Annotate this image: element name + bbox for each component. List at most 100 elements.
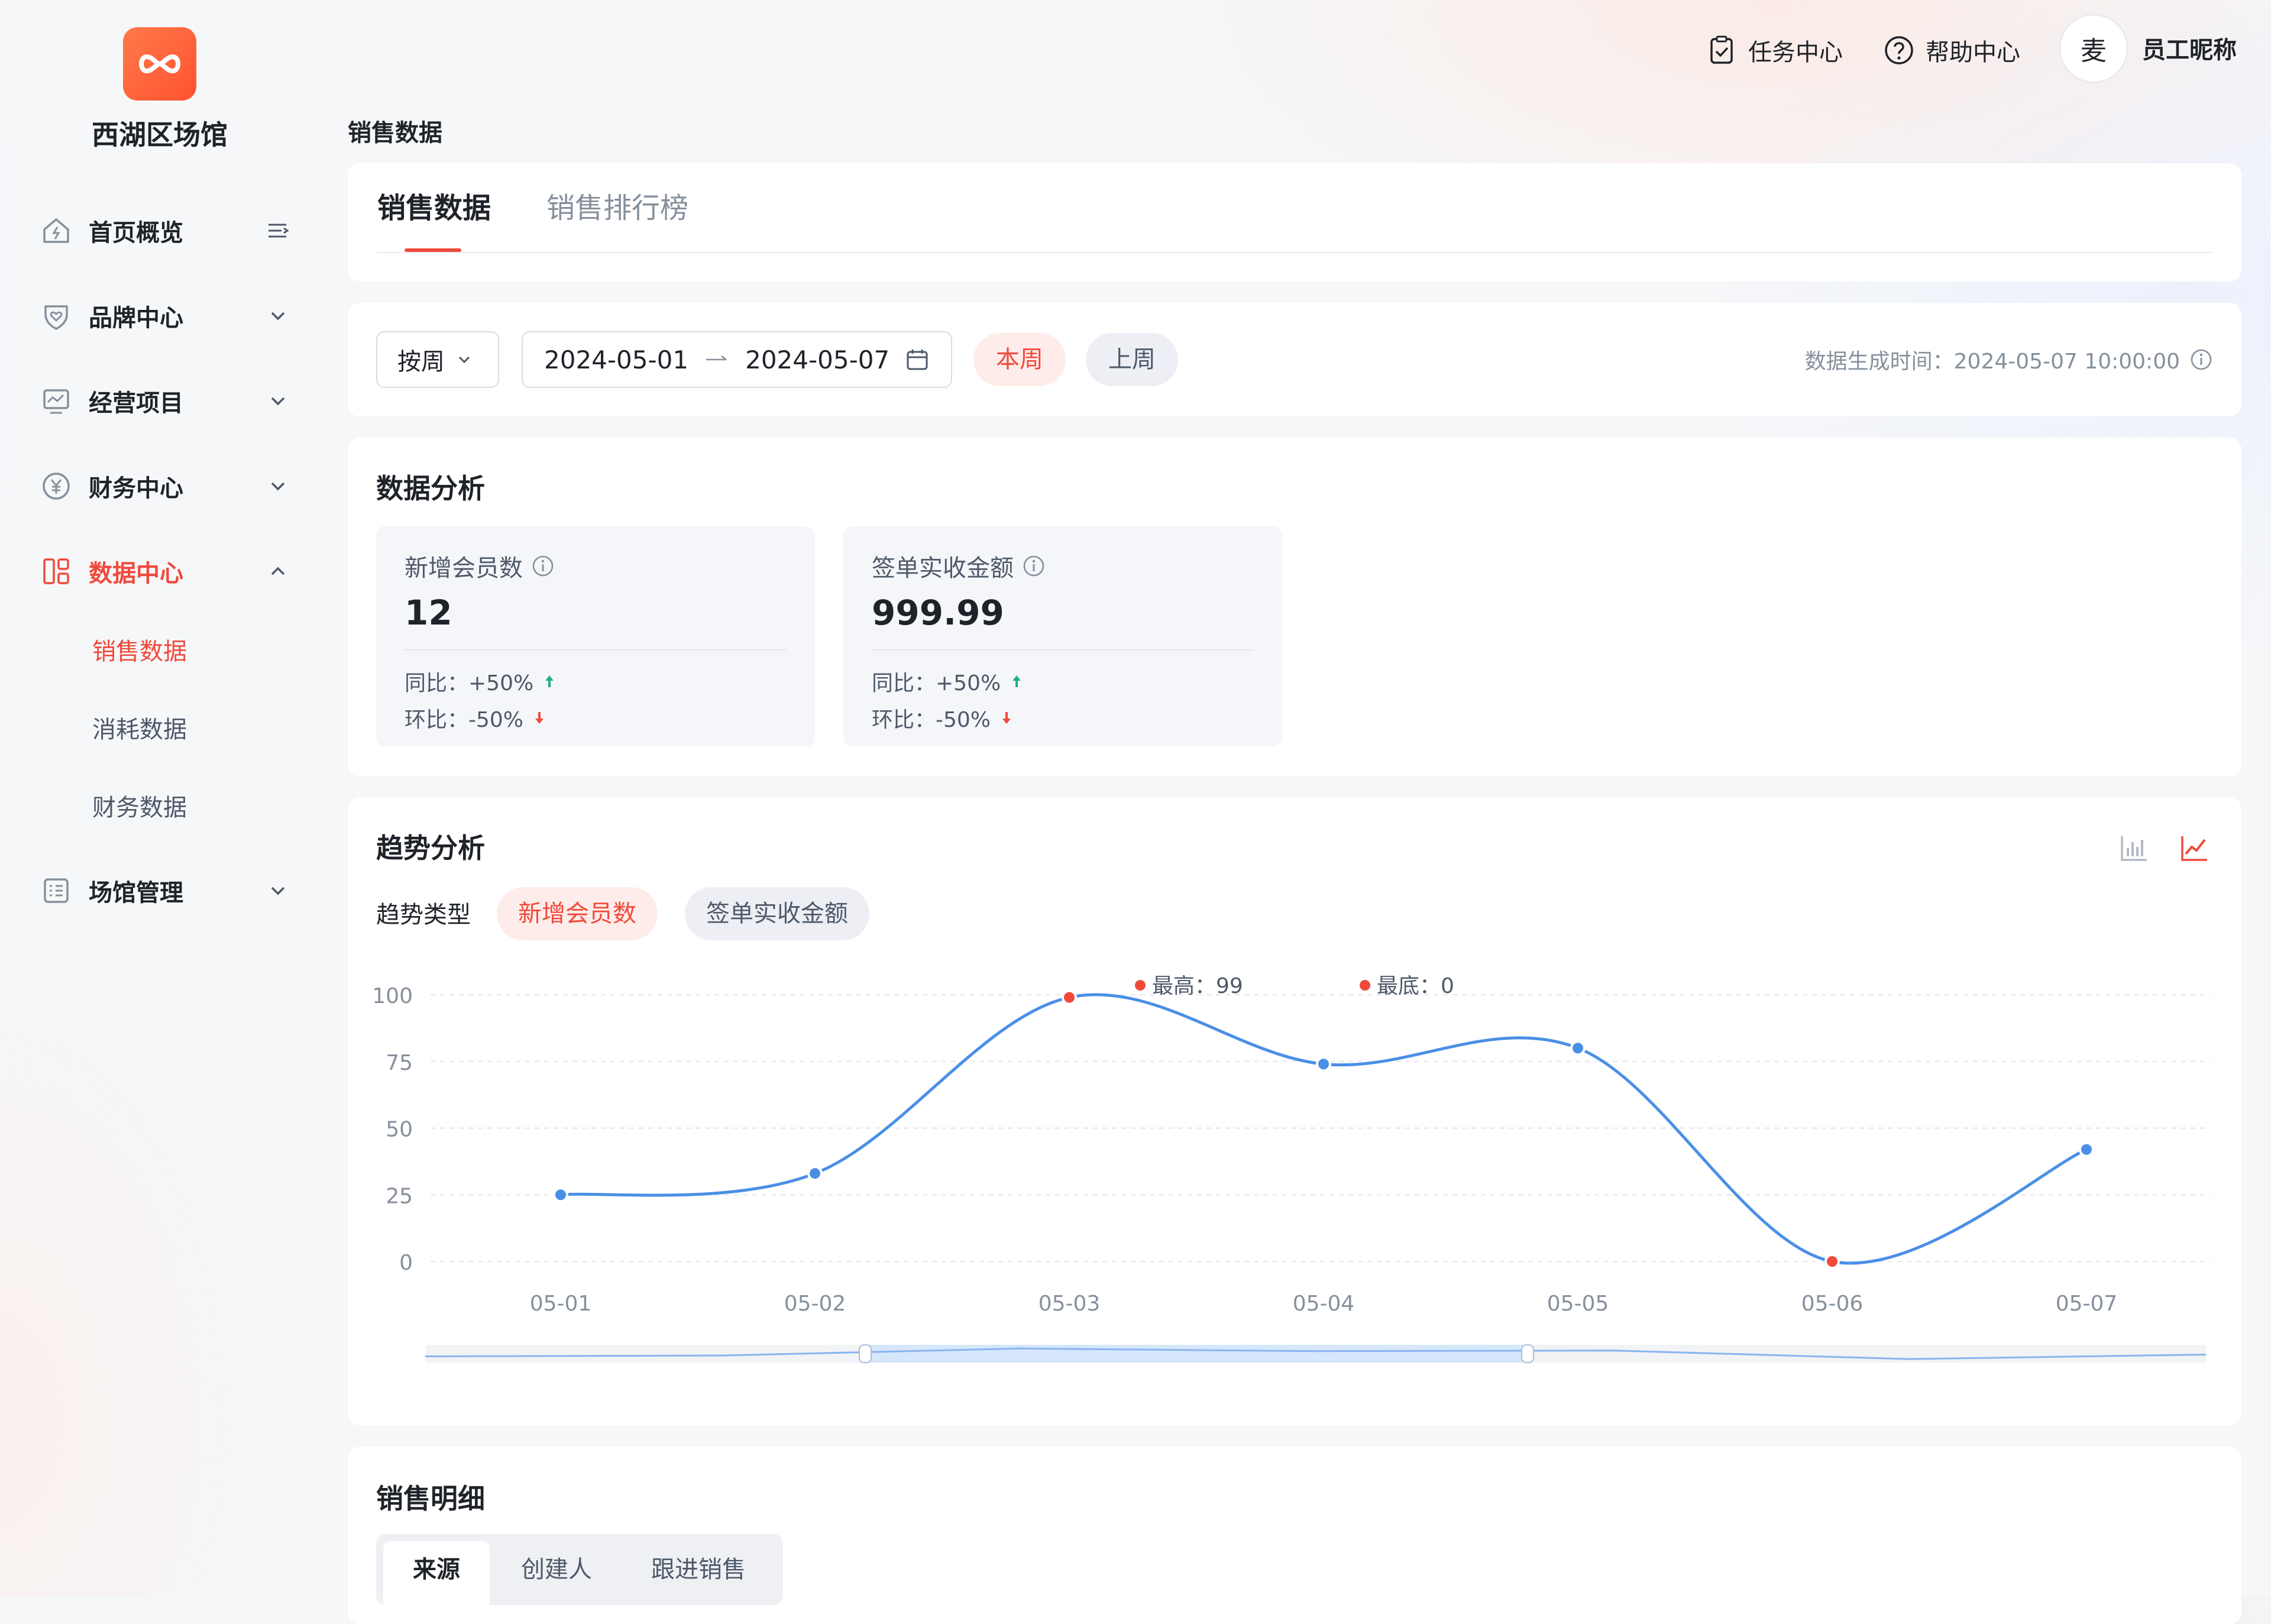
metric-yoy-text: 同比：+50% xyxy=(872,671,1001,695)
x-tick-label: 05-04 xyxy=(1293,1292,1355,1316)
data-point xyxy=(807,1166,823,1182)
section-title-trend: 趋势分析 xyxy=(376,832,485,864)
legend-dot xyxy=(1135,980,1146,991)
help-center-link[interactable]: 帮助中心 xyxy=(1881,30,2020,71)
data-point xyxy=(1570,1040,1586,1056)
sidebar-item-label: 数据中心 xyxy=(89,560,183,587)
sidebar-item-brand[interactable]: 品牌中心 xyxy=(35,280,296,351)
sidebar-item-label: 财务中心 xyxy=(89,475,183,502)
arrow-up-icon xyxy=(542,674,557,689)
segment-creator[interactable]: 创建人 xyxy=(494,1541,619,1605)
task-center-label: 任务中心 xyxy=(1748,39,1843,66)
sidebar-item-business[interactable]: 经营项目 xyxy=(35,365,296,436)
chevron-up-icon xyxy=(260,554,296,589)
date-range-picker[interactable]: 2024-05-01 2024-05-07 xyxy=(522,331,952,388)
section-title-analysis: 数据分析 xyxy=(376,473,485,504)
metric-yoy: 同比：+50% xyxy=(405,666,557,697)
legend-dot xyxy=(1360,980,1370,991)
metric-mom-text: 环比：-50% xyxy=(405,708,524,732)
chevron-down-icon xyxy=(260,468,296,504)
bar-chart-icon[interactable] xyxy=(2117,832,2150,865)
metric-mom-text: 环比：-50% xyxy=(872,708,991,732)
menu-fold-icon[interactable] xyxy=(260,213,296,248)
info-icon[interactable] xyxy=(2189,348,2213,371)
metric-yoy: 同比：+50% xyxy=(872,666,1024,697)
section-title-detail: 销售明细 xyxy=(376,1483,485,1515)
arrow-down-icon xyxy=(999,710,1014,726)
y-tick-label: 0 xyxy=(399,1251,413,1275)
tabs-divider xyxy=(376,252,2213,253)
metric-mom: 环比：-50% xyxy=(872,703,1014,733)
chevron-down-icon xyxy=(455,351,473,368)
sidebar-subitem-finance-data[interactable]: 财务数据 xyxy=(92,790,187,826)
y-tick-label: 75 xyxy=(386,1051,413,1075)
list-icon xyxy=(35,870,77,911)
sidebar-item-finance[interactable]: 财务中心 xyxy=(35,451,296,522)
sidebar-item-label: 经营项目 xyxy=(89,390,183,417)
data-analysis-card: 数据分析 新增会员数 12 同比：+50% 环比：-50% 签单实收金额 999… xyxy=(348,438,2241,776)
sidebar-subitem-consumption-data[interactable]: 消耗数据 xyxy=(92,712,187,748)
arrow-up-icon xyxy=(1009,674,1024,689)
metric-value: 12 xyxy=(405,593,452,633)
date-end: 2024-05-07 xyxy=(745,345,890,374)
active-tab-indicator xyxy=(405,248,461,252)
x-tick-label: 05-06 xyxy=(1801,1292,1864,1316)
home-icon xyxy=(35,210,77,251)
tab-sales-data[interactable]: 销售数据 xyxy=(377,163,491,253)
zoom-handle xyxy=(1521,1344,1534,1363)
detail-segment-control: 来源 创建人 跟进销售 xyxy=(376,1534,783,1605)
zoom-handle xyxy=(859,1344,872,1363)
venue-logo xyxy=(123,27,196,101)
metric-divider xyxy=(405,649,787,651)
this-week-button[interactable]: 本周 xyxy=(973,333,1066,386)
venue-name: 西湖区场馆 xyxy=(92,119,228,151)
zoom-window xyxy=(865,1345,1528,1363)
metric-divider xyxy=(872,649,1254,651)
sidebar-subitem-sales-data[interactable]: 销售数据 xyxy=(92,634,187,669)
x-tick-label: 05-05 xyxy=(1547,1292,1609,1316)
trend-type-signed-amount[interactable]: 签单实收金额 xyxy=(685,887,869,940)
sidebar-item-data-center[interactable]: 数据中心 xyxy=(35,536,296,607)
logo-icon xyxy=(139,54,180,73)
period-select-value: 按周 xyxy=(397,348,445,376)
clipboard-check-icon xyxy=(1703,32,1740,69)
sidebar-item-home[interactable]: 首页概览 xyxy=(35,195,296,266)
chevron-down-icon xyxy=(260,383,296,419)
filter-card: 按周 2024-05-01 2024-05-07 本周 上周 数据生成时间：20… xyxy=(348,303,2241,416)
metric-yoy-text: 同比：+50% xyxy=(405,671,534,695)
generated-time-text: 数据生成时间：2024-05-07 10:00:00 xyxy=(1804,350,2180,374)
line-chart-icon[interactable] xyxy=(2178,832,2211,865)
segment-source[interactable]: 来源 xyxy=(383,1541,490,1605)
user-name[interactable]: 员工昵称 xyxy=(2142,30,2237,71)
trend-type-label: 趋势类型 xyxy=(376,901,471,929)
segment-follow-sales[interactable]: 跟进销售 xyxy=(625,1541,772,1605)
help-circle-icon xyxy=(1881,32,1917,69)
legend-label: 最高：99 xyxy=(1152,974,1243,998)
monitor-icon xyxy=(35,380,77,422)
x-tick-label: 05-03 xyxy=(1039,1292,1101,1316)
x-tick-label: 05-01 xyxy=(530,1292,592,1316)
info-icon[interactable] xyxy=(531,554,555,578)
last-week-button[interactable]: 上周 xyxy=(1086,333,1178,386)
x-tick-label: 05-07 xyxy=(2056,1292,2118,1316)
date-start: 2024-05-01 xyxy=(544,345,689,374)
sidebar-item-label: 场馆管理 xyxy=(89,879,183,907)
avatar[interactable]: 麦 xyxy=(2059,14,2128,83)
data-point xyxy=(1316,1056,1331,1072)
tab-sales-ranking[interactable]: 销售排行榜 xyxy=(546,163,688,253)
task-center-link[interactable]: 任务中心 xyxy=(1703,30,1843,71)
series-line xyxy=(560,993,2088,1265)
sidebar-item-label: 品牌中心 xyxy=(89,305,183,332)
sidebar-item-venue-management[interactable]: 场馆管理 xyxy=(35,855,296,926)
trend-line-chart[interactable]: 0 25 50 75 100 05-01 05-02 05-03 05-04 05-05 05-06… xyxy=(348,963,2241,1383)
chevron-down-icon xyxy=(260,298,296,334)
sales-detail-card: 销售明细 来源 创建人 跟进销售 xyxy=(348,1447,2241,1624)
trend-type-new-members[interactable]: 新增会员数 xyxy=(497,887,658,940)
x-tick-label: 05-02 xyxy=(784,1292,846,1316)
data-point xyxy=(1062,989,1077,1005)
info-icon[interactable] xyxy=(1022,554,1046,578)
metric-card-new-members: 新增会员数 12 同比：+50% 环比：-50% xyxy=(376,526,815,746)
period-select[interactable]: 按周 xyxy=(376,331,499,388)
metric-label-row: 新增会员数 xyxy=(405,549,555,583)
data-point xyxy=(2079,1141,2094,1157)
